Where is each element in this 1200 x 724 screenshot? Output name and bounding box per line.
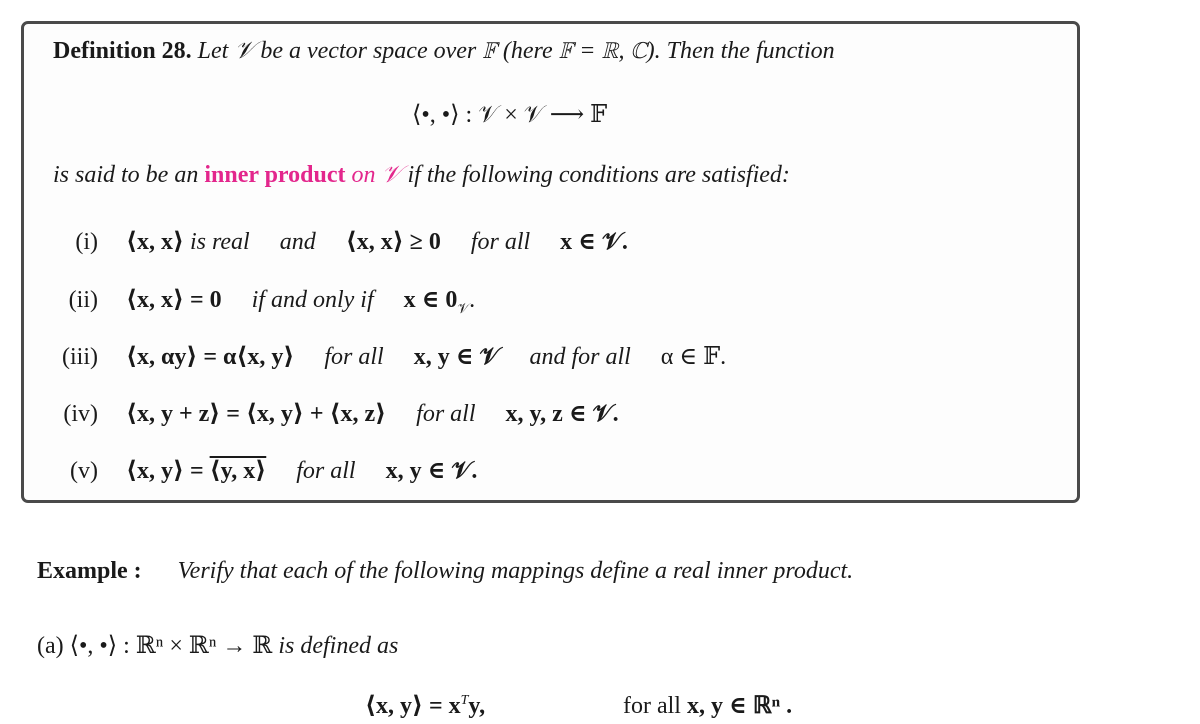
condition-v: (v) ⟨x, y⟩ = ⟨y, x⟩ for all x, y ∈ 𝒱. xyxy=(70,458,478,484)
condition-iv: (iv) ⟨x, y + z⟩ = ⟨x, y⟩ + ⟨x, z⟩ for al… xyxy=(63,401,619,427)
condition-ii: (ii) ⟨x, x⟩ = 0 if and only if x ∈ 0𝒱. xyxy=(68,287,476,317)
definition-statement: is said to be an inner product on 𝒱 if t… xyxy=(53,162,790,188)
definition-intro: Let 𝒱 be a vector space over 𝔽 (here 𝔽 =… xyxy=(197,38,835,64)
condition-iii: (iii) ⟨x, αy⟩ = α⟨x, y⟩ for all x, y ∈ 𝒱… xyxy=(62,344,727,370)
definition-intro-line: Definition 28. Let 𝒱 be a vector space o… xyxy=(53,38,835,65)
example-domain: for all x, y ∈ ℝⁿ . xyxy=(623,693,793,719)
example-prompt: Verify that each of the following mappin… xyxy=(177,558,854,584)
example-formula: ⟨x, y⟩ = xTy, xyxy=(365,693,486,719)
example-part-a: (a) ⟨•, •⟩ : ℝⁿ × ℝⁿ → ℝ is defined as xyxy=(37,633,399,659)
display-equation: ⟨•, •⟩ : 𝒱 × 𝒱 ⟶ 𝔽 xyxy=(412,102,608,128)
term-on: on 𝒱 xyxy=(351,162,402,188)
definition-box xyxy=(21,21,1080,503)
example-line: Example : Verify that each of the follow… xyxy=(37,558,853,585)
term-inner-product: inner product xyxy=(204,162,346,188)
example-heading: Example : xyxy=(37,558,142,584)
definition-heading: Definition 28. xyxy=(53,38,192,64)
condition-i: (i) ⟨x, x⟩ is real and ⟨x, x⟩ ≥ 0 for al… xyxy=(75,229,628,255)
conjugate-expression: ⟨y, x⟩ xyxy=(209,458,267,484)
